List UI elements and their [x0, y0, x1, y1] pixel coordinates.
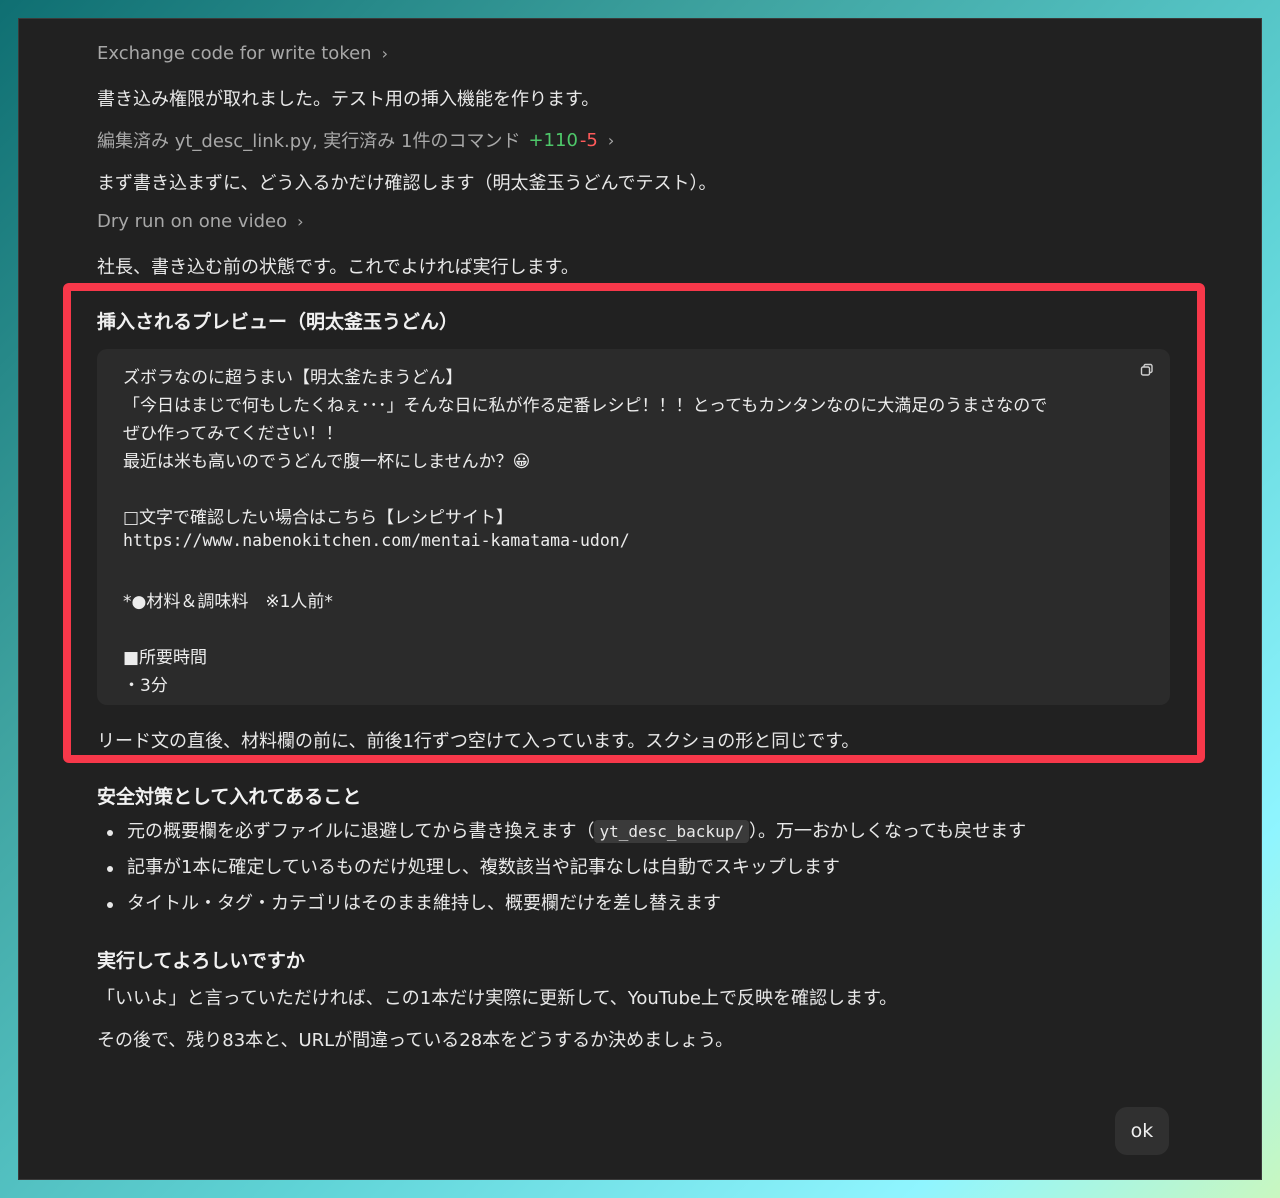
preview-line: ズボラなのに超うまい【明太釜たまうどん】: [123, 368, 463, 388]
preview-line: □文字で確認したい場合はこちら【レシピサイト】: [123, 508, 514, 528]
step-label: Dry run on one video: [97, 211, 288, 232]
preview-line: ぜひ作ってみてください！！: [123, 424, 343, 444]
safety-list: 元の概要欄を必ずファイルに退避してから書き換えます（ yt_desc_backup…: [97, 819, 1026, 927]
list-item: タイトル・タグ・カテゴリはそのまま維持し、概要欄だけを差し替えます: [97, 891, 1026, 927]
safety-heading: 安全対策として入れてあること: [97, 786, 362, 808]
preview-note: リード文の直後、材料欄の前に、前後1行ずつ空けて入っています。スクショの形と同じ…: [97, 731, 860, 752]
inline-code: yt_desc_backup/: [594, 820, 749, 843]
message-text: 社長、書き込む前の状態です。これでよければ実行します。: [97, 257, 579, 278]
ok-button[interactable]: ok: [1115, 1107, 1169, 1155]
preview-line: 「今日はまじで何もしたくねぇ･･･」そんな日に私が作る定番レシピ！！！とってもカ…: [123, 396, 1048, 416]
preview-title: 挿入されるプレビュー（明太釜玉うどん）: [97, 311, 459, 333]
preview-line: ■所要時間: [123, 648, 208, 668]
message-text: 「いいよ」と言っていただければ、この1本だけ実際に更新して、YouTube上で反…: [97, 988, 898, 1009]
chevron-right-icon: ›: [607, 130, 615, 150]
step-label: Exchange code for write token: [97, 43, 372, 64]
confirm-heading: 実行してよろしいですか: [97, 950, 305, 972]
preview-code-block: ズボラなのに超うまい【明太釜たまうどん】 「今日はまじで何もしたくねぇ･･･」そ…: [97, 349, 1170, 705]
diff-added-count: +110: [528, 129, 578, 151]
step-edited-file[interactable]: 編集済み yt_desc_link.py, 実行済み 1件のコマンド +110 …: [97, 127, 614, 153]
message-text: まず書き込まずに、どう入るかだけ確認します（明太釜玉うどんでテスト）。: [97, 173, 717, 194]
step-label: 編集済み yt_desc_link.py, 実行済み 1件のコマンド: [97, 131, 521, 152]
diff-removed-count: -5: [579, 129, 598, 151]
chevron-right-icon: ›: [297, 212, 304, 231]
message-text: その後で、残り83本と、URLが間違っている28本をどうするか決めましょう。: [97, 1030, 734, 1051]
copy-icon[interactable]: [1140, 363, 1154, 377]
step-exchange-code[interactable]: Exchange code for write token ›: [97, 43, 388, 64]
preview-line: 最近は米も高いのでうどんで腹一杯にしませんか？😀: [123, 452, 531, 472]
step-dry-run[interactable]: Dry run on one video ›: [97, 211, 304, 232]
list-item: 記事が1本に確定しているものだけ処理し、複数該当や記事なしは自動でスキップします: [97, 855, 1026, 891]
chevron-right-icon: ›: [381, 44, 388, 63]
preview-url: https://www.nabenokitchen.com/mentai-kam…: [123, 531, 630, 550]
list-item: 元の概要欄を必ずファイルに退避してから書き換えます（ yt_desc_backup…: [97, 819, 1026, 855]
preview-line: ・3分: [123, 676, 168, 696]
preview-line: *●材料＆調味料 ※1人前*: [123, 592, 333, 612]
message-text: 書き込み権限が取れました。テスト用の挿入機能を作ります。: [97, 89, 600, 110]
chat-window: Exchange code for write token › 書き込み権限が取…: [18, 18, 1262, 1180]
